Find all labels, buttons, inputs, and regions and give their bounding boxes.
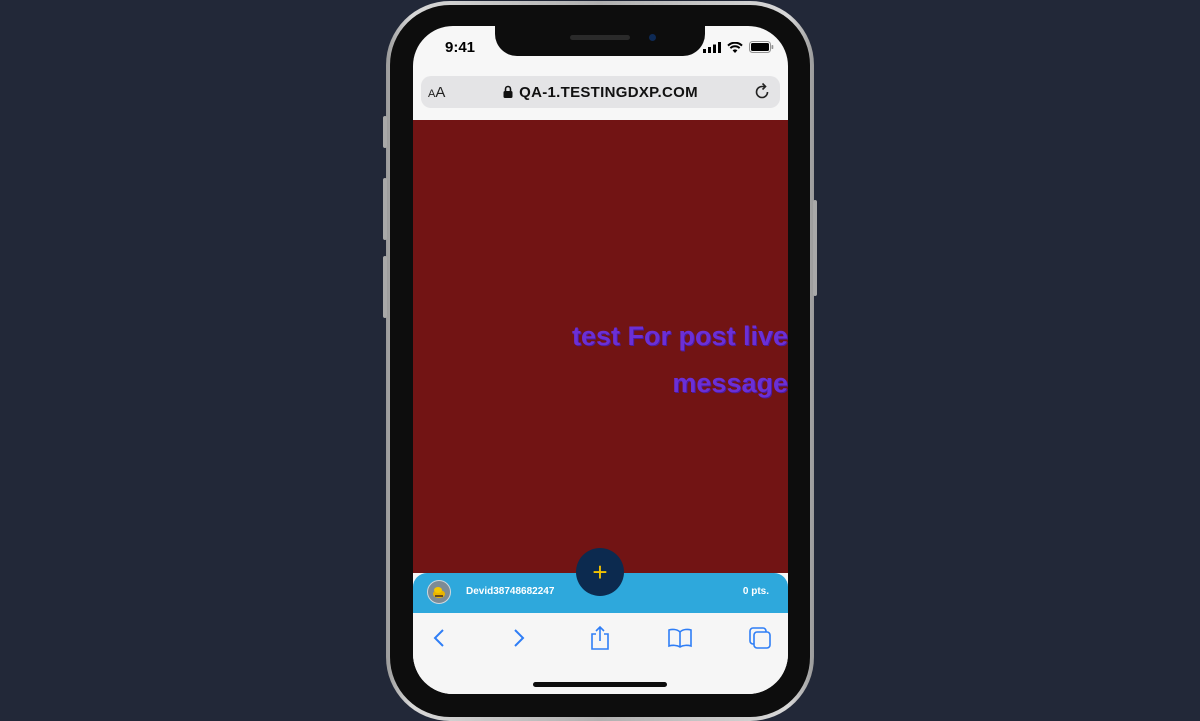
live-message: test For post live message xyxy=(428,313,788,407)
points-count: 0 pts. xyxy=(742,586,769,597)
power-button xyxy=(813,200,817,296)
message-line-1: test For post live xyxy=(571,321,788,351)
plus-icon: + xyxy=(592,557,608,587)
avatar-image-icon xyxy=(433,587,445,598)
url-text: QA-1.TESTINGDXP.COM xyxy=(519,84,698,101)
username: Devid38748682247 xyxy=(466,586,555,597)
add-button[interactable]: + xyxy=(576,548,624,596)
bookmarks-icon xyxy=(668,628,692,648)
avatar[interactable] xyxy=(427,580,451,604)
phone-screen: 9:41 AA QA-1.TESTINGDXP.COM test For pos… xyxy=(413,26,788,694)
wifi-icon xyxy=(727,41,743,53)
status-icons xyxy=(703,41,774,53)
speaker xyxy=(570,35,630,40)
front-camera xyxy=(649,34,656,41)
back-icon xyxy=(433,629,444,647)
page-content: test For post live message xyxy=(413,120,788,573)
status-time: 9:41 xyxy=(445,39,476,56)
home-indicator[interactable] xyxy=(533,682,667,687)
lock-icon xyxy=(503,85,513,98)
tabs-button[interactable] xyxy=(745,623,775,653)
url-display[interactable]: QA-1.TESTINGDXP.COM xyxy=(421,84,780,101)
back-button[interactable] xyxy=(424,623,454,653)
share-icon xyxy=(591,625,609,650)
tabs-icon xyxy=(749,627,771,649)
volume-down-button xyxy=(383,256,387,318)
forward-button[interactable] xyxy=(504,623,534,653)
notch xyxy=(495,26,705,56)
signal-icon xyxy=(703,41,721,53)
share-button[interactable] xyxy=(585,623,615,653)
silent-switch xyxy=(383,116,387,148)
battery-icon xyxy=(749,41,774,53)
message-line-2: message xyxy=(672,368,788,398)
address-bar[interactable]: AA QA-1.TESTINGDXP.COM xyxy=(421,76,780,108)
forward-icon xyxy=(514,629,525,647)
bookmarks-button[interactable] xyxy=(665,623,695,653)
reload-icon[interactable] xyxy=(752,82,772,102)
volume-up-button xyxy=(383,178,387,240)
